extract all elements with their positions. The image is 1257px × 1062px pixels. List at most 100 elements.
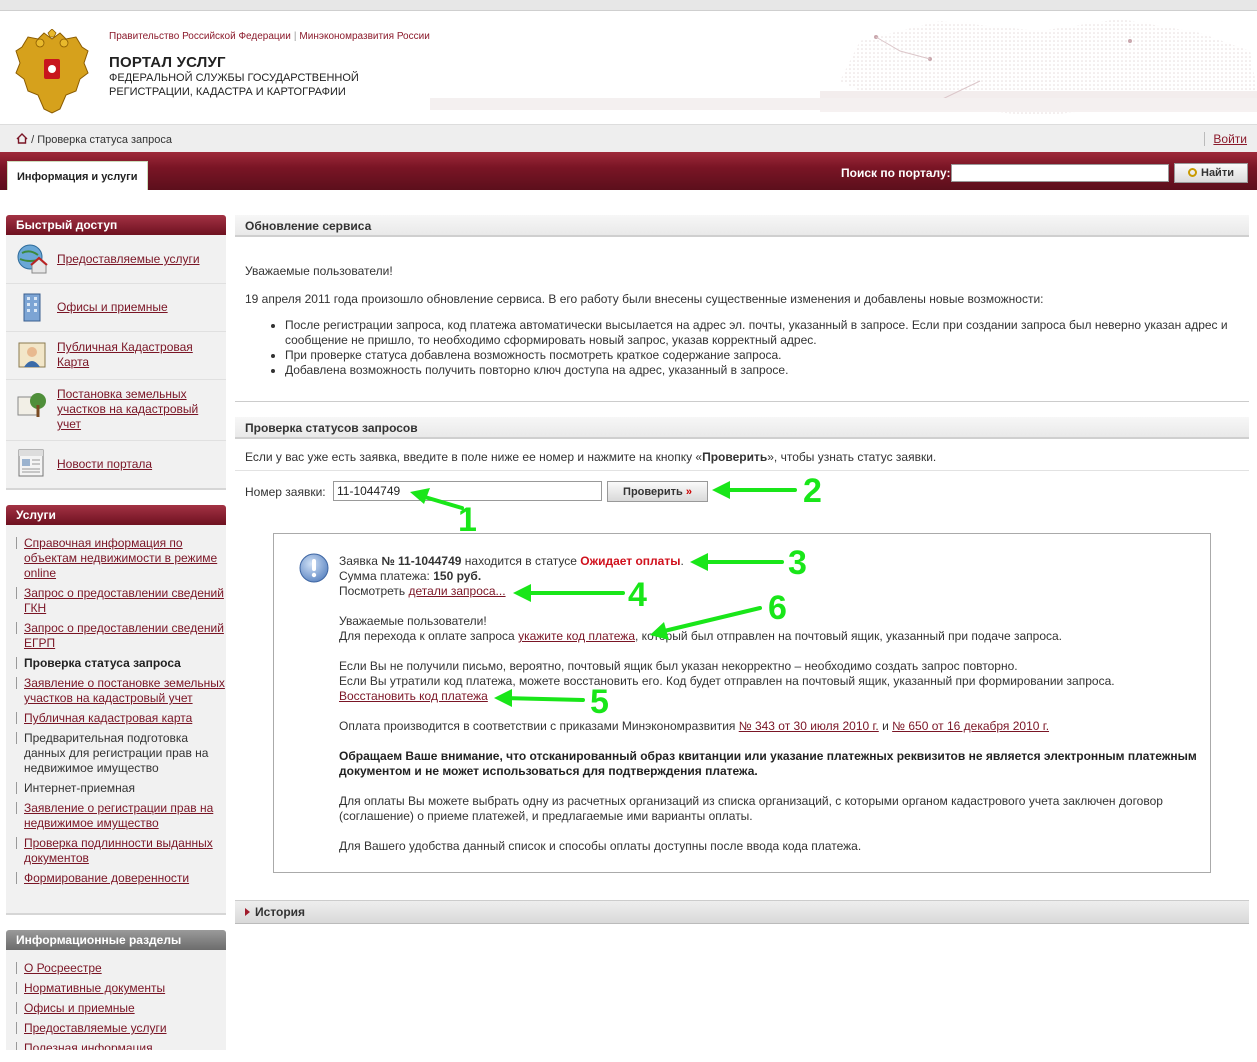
search-label: Поиск по порталу:: [841, 166, 951, 180]
pay-suffix: , который был отправлен на почтовый ящик…: [635, 629, 1062, 643]
quick-access-item-news[interactable]: Новости портала: [6, 440, 226, 488]
status-line: Заявка № 11-1044749 находится в статусе …: [339, 554, 684, 569]
search-icon: [1188, 168, 1197, 177]
gov-links: Правительство Российской Федерации | Минэк…: [109, 31, 430, 42]
service-item[interactable]: Формирование доверенности: [6, 871, 226, 886]
portal-subtitle-line-1: ФЕДЕРАЛЬНОЙ СЛУЖБЫ ГОСУДАРСТВЕННОЙ: [109, 72, 359, 84]
search-button[interactable]: Найти: [1174, 163, 1248, 183]
gov-link-ministry[interactable]: Минэкономразвития России: [299, 31, 429, 42]
quick-access-item-land-registration[interactable]: Постановка земельных участков на кадастр…: [6, 379, 226, 441]
quick-access-label[interactable]: Офисы и приемные: [57, 300, 217, 315]
orders-line: Оплата производится в соответствии с при…: [339, 719, 1049, 734]
tab-info-and-services[interactable]: Информация и услуги: [7, 161, 148, 190]
service-link[interactable]: Заявление о постановке земельных участко…: [24, 676, 225, 705]
coat-of-arms-icon[interactable]: [14, 29, 90, 115]
search-input[interactable]: [951, 164, 1169, 182]
service-item[interactable]: Интернет-приемная: [6, 781, 226, 796]
services-heading: Услуги: [6, 505, 226, 525]
hint-divider: [235, 470, 1249, 471]
pay-prefix: Для перехода к оплате запроса: [339, 629, 519, 643]
triangle-right-icon: [245, 908, 250, 916]
service-link[interactable]: Заявление о регистрации прав на недвижим…: [24, 801, 213, 830]
service-link[interactable]: Запрос о предоставлении сведений ГКН: [24, 586, 224, 615]
service-item[interactable]: Заявление о постановке земельных участко…: [6, 676, 226, 706]
available-text: Для Вашего удобства данный список и спос…: [339, 839, 862, 853]
quick-access-label[interactable]: Постановка земельных участков на кадастр…: [57, 387, 217, 432]
quick-access-label[interactable]: Публичная Кадастровая Карта: [57, 340, 217, 370]
quick-access-label[interactable]: Предоставляемые услуги: [57, 252, 217, 267]
check-section-heading: Проверка статусов запросов: [235, 417, 1249, 439]
map-person-icon: [18, 342, 46, 368]
double-chevron-right-icon: »: [685, 485, 692, 498]
update-intro: 19 апреля 2011 года произошло обновление…: [245, 292, 1044, 306]
check-hint: Если у вас уже есть заявка, введите в по…: [245, 450, 936, 465]
order-number-input[interactable]: [333, 481, 602, 501]
update-section-heading: Обновление сервиса: [235, 215, 1249, 237]
portal-title: ПОРТАЛ УСЛУГ: [109, 54, 226, 71]
status-value: Ожидает оплаты: [580, 554, 681, 568]
quick-access-panel: Предоставляемые услуги Офисы и приемные …: [6, 235, 226, 490]
quick-access-heading: Быстрый доступ: [6, 215, 226, 235]
order-650-link[interactable]: № 650 от 16 декабря 2010 г.: [892, 719, 1049, 733]
history-toggle[interactable]: История: [235, 900, 1249, 924]
service-link[interactable]: Проверка подлинности выданных документов: [24, 836, 213, 865]
quick-access-item-offices[interactable]: Офисы и приемные: [6, 283, 226, 332]
info-item[interactable]: О Росреестре: [6, 961, 226, 976]
service-item[interactable]: Публичная кадастровая карта: [6, 711, 226, 726]
order-343-link[interactable]: № 343 от 30 июля 2010 г.: [739, 719, 879, 733]
info-link[interactable]: О Росреестре: [24, 961, 102, 975]
info-sections-heading: Информационные разделы: [6, 930, 226, 950]
breadcrumb-current: Проверка статуса запроса: [37, 134, 172, 146]
service-item[interactable]: Проверка подлинности выданных документов: [6, 836, 226, 866]
gov-link-government[interactable]: Правительство Российской Федерации: [109, 31, 291, 42]
gov-link-separator: |: [293, 31, 297, 42]
quick-access-item-cadastral-map[interactable]: Публичная Кадастровая Карта: [6, 331, 226, 380]
pay-line: Для перехода к оплате запроса укажите ко…: [339, 629, 1062, 644]
service-link[interactable]: Справочная информация по объектам недвиж…: [24, 536, 217, 580]
portal-subtitle-line-2: РЕГИСТРАЦИИ, КАДАСТРА И КАРТОГРАФИИ: [109, 86, 346, 98]
service-item-active[interactable]: Проверка статуса запроса: [6, 656, 226, 671]
annotation-number-3: 3: [788, 544, 807, 582]
info-item[interactable]: Офисы и приемные: [6, 1001, 226, 1016]
service-link[interactable]: Публичная кадастровая карта: [24, 711, 192, 725]
info-link[interactable]: Офисы и приемные: [24, 1001, 135, 1015]
header-stripe: [430, 98, 1257, 110]
info-link[interactable]: Нормативные документы: [24, 981, 165, 995]
annotation-number-5: 5: [590, 683, 609, 721]
update-bullet: При проверке статуса добавлена возможнос…: [285, 348, 1257, 363]
request-details-link[interactable]: детали запроса...: [409, 584, 506, 598]
orders-and: и: [878, 719, 893, 733]
info-link[interactable]: Предоставляемые услуги: [24, 1021, 167, 1035]
login-link[interactable]: Войти: [1204, 132, 1247, 146]
service-item[interactable]: Запрос о предоставлении сведений ЕГРП: [6, 621, 226, 651]
check-hint-text: Если у вас уже есть заявка, введите в по…: [245, 450, 703, 464]
update-bullet: После регистрации запроса, код платежа а…: [285, 318, 1257, 348]
service-item[interactable]: Запрос о предоставлении сведений ГКН: [6, 586, 226, 616]
service-item[interactable]: Предварительная подготовка данных для ре…: [6, 731, 226, 776]
arrowhead-2: [712, 481, 730, 499]
result-greeting: Уважаемые пользователи!: [339, 614, 487, 628]
service-link[interactable]: Запрос о предоставлении сведений ЕГРП: [24, 621, 224, 650]
restore-payment-code-link[interactable]: Восстановить код платежа: [339, 689, 488, 703]
info-item[interactable]: Нормативные документы: [6, 981, 226, 996]
no-letter-text: Если Вы не получили письмо, вероятно, по…: [339, 659, 1018, 673]
section-divider: [235, 401, 1249, 402]
home-icon[interactable]: [16, 133, 28, 144]
info-item[interactable]: Предоставляемые услуги: [6, 1021, 226, 1036]
check-status-button[interactable]: Проверить »: [607, 481, 708, 502]
top-strip: [0, 0, 1257, 11]
check-hint-button-name: Проверить: [702, 450, 768, 464]
quick-access-item-services[interactable]: Предоставляемые услуги: [6, 235, 226, 284]
amount-value: 150 руб.: [433, 569, 482, 583]
bottom-cut: [0, 1050, 1257, 1062]
service-item[interactable]: Заявление о регистрации прав на недвижим…: [6, 801, 226, 831]
amount-label: Сумма платежа:: [339, 569, 434, 583]
info-sections-list: О Росреестре Нормативные документы Офисы…: [6, 961, 226, 1061]
service-item[interactable]: Справочная информация по объектам недвиж…: [6, 536, 226, 581]
restore-line: Восстановить код платежа: [339, 689, 488, 704]
breadcrumb-separator: /: [31, 134, 35, 146]
quick-access-label[interactable]: Новости портала: [57, 457, 217, 472]
services-list: Справочная информация по объектам недвиж…: [6, 536, 226, 891]
service-link[interactable]: Формирование доверенности: [24, 871, 189, 885]
enter-payment-code-link[interactable]: укажите код платежа: [518, 629, 635, 643]
